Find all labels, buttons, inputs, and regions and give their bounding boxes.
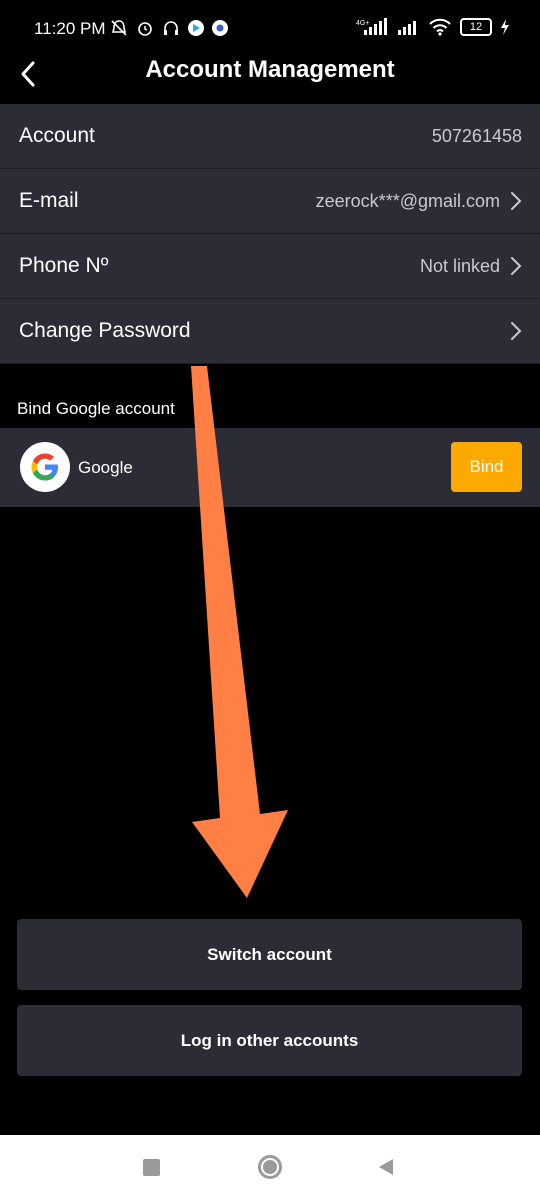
chevron-right-icon [511, 257, 522, 275]
chevron-right-icon [511, 322, 522, 340]
account-value: 507261458 [431, 126, 522, 146]
email-value: zeerock***@gmail.com [315, 191, 500, 211]
status-icons-right: 4G+ 12 [356, 18, 510, 36]
app-header: Account Management [0, 46, 540, 104]
google-logo-icon [20, 442, 70, 492]
home-button[interactable] [258, 1155, 282, 1179]
email-label: E-mail [19, 189, 79, 212]
page-title: Account Management [145, 56, 395, 83]
email-row[interactable]: E-mail zeerock***@gmail.com [0, 169, 540, 234]
bind-google-section-label: Bind Google account [17, 399, 175, 418]
bind-google-button[interactable]: Bind [451, 442, 522, 492]
google-row: Google Bind [0, 428, 540, 507]
google-label: Google [78, 458, 133, 477]
change-password-row[interactable]: Change Password [0, 299, 540, 364]
recents-button[interactable] [143, 1159, 160, 1176]
wifi-icon [429, 18, 451, 36]
chevron-right-icon [511, 192, 522, 210]
play-store-icon [188, 20, 204, 36]
network-label: 4G+ [356, 20, 369, 27]
alarm-icon [138, 22, 152, 36]
phone-value: Not linked [419, 256, 500, 276]
signal-4g-icon: 4G+ [356, 18, 387, 35]
app-notification-icon [212, 20, 228, 36]
account-label: Account [19, 124, 95, 147]
silent-bell-icon [111, 20, 127, 36]
status-icons-left [110, 19, 228, 37]
system-nav-bar [0, 1135, 540, 1200]
status-time: 11:20 PM [34, 19, 106, 38]
change-password-label: Change Password [19, 319, 191, 342]
switch-account-button[interactable]: Switch account [17, 919, 522, 990]
phone-row[interactable]: Phone Nº Not linked [0, 234, 540, 299]
settings-list: Account 507261458 E-mail zeerock***@gmai… [0, 104, 540, 364]
account-row: Account 507261458 [0, 104, 540, 169]
phone-label: Phone Nº [19, 254, 109, 277]
log-in-other-accounts-button[interactable]: Log in other accounts [17, 1005, 522, 1076]
headset-icon [164, 21, 178, 35]
back-triangle-icon[interactable] [377, 1157, 395, 1177]
charging-icon [501, 19, 509, 35]
signal-icon [398, 21, 416, 35]
battery-icon: 12 [460, 18, 492, 36]
